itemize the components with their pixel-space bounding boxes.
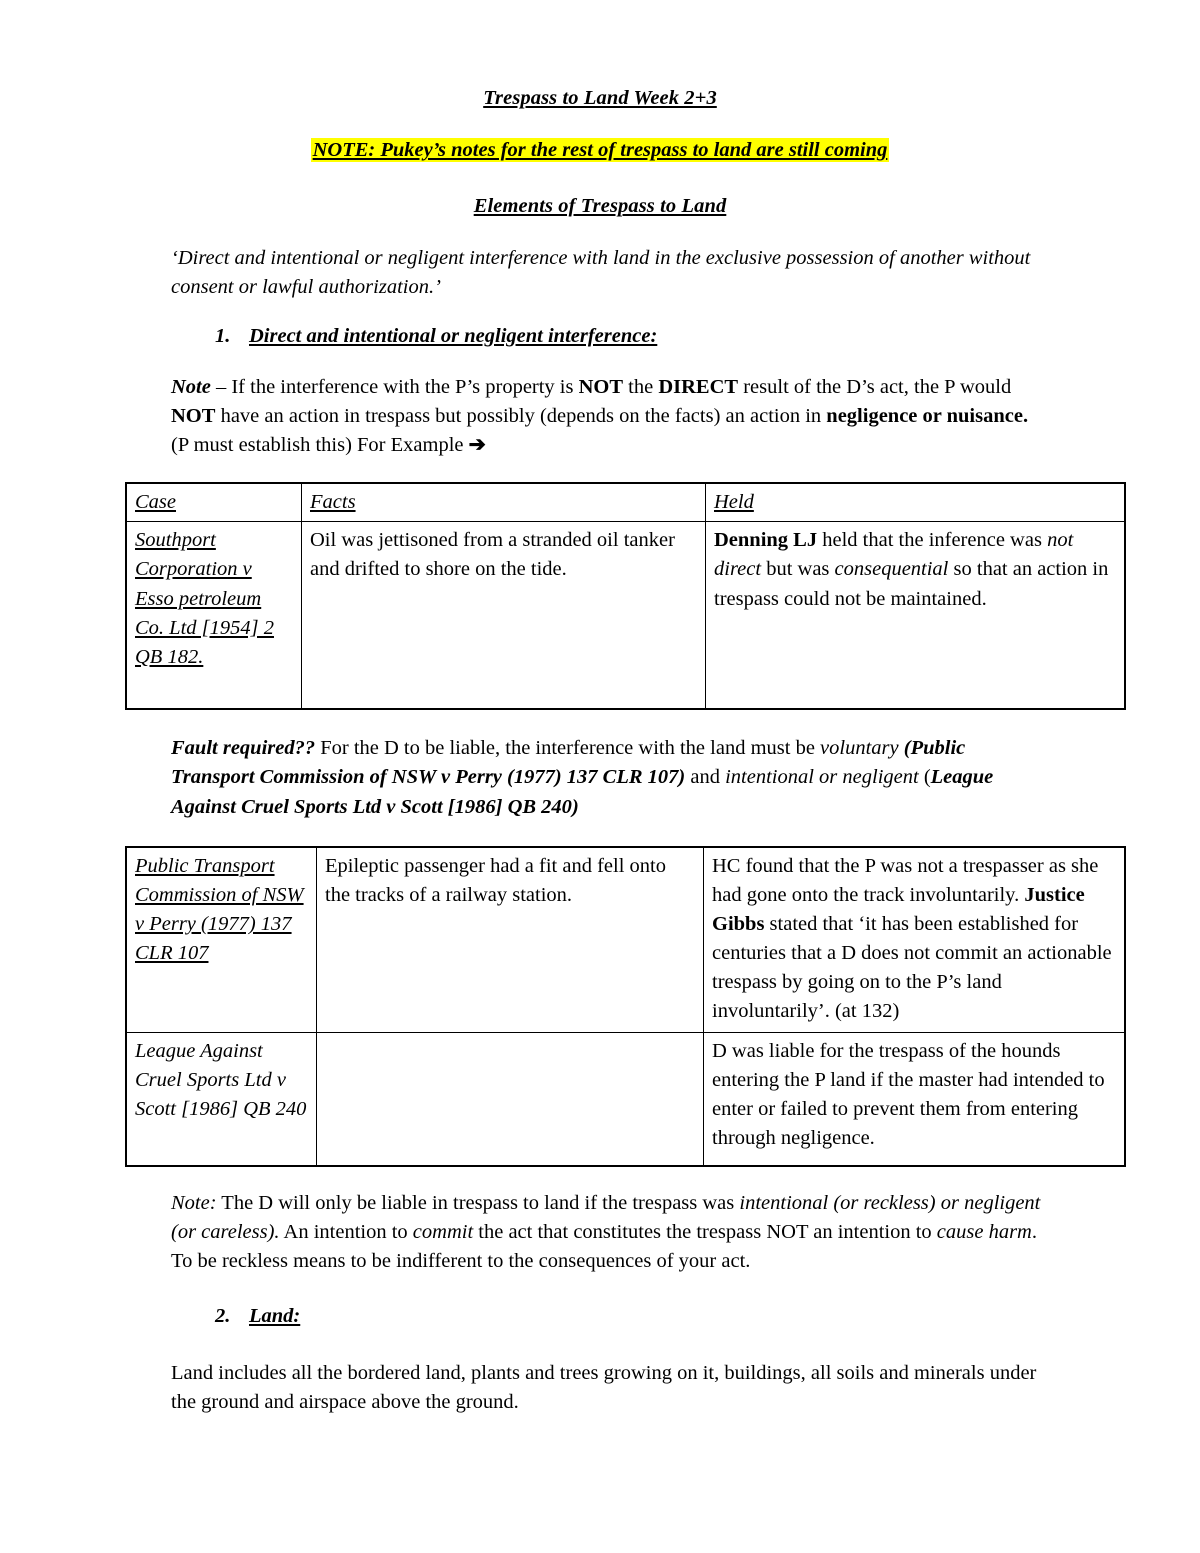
table2-row1-held-part2: stated that ‘it has been established for… xyxy=(712,912,1112,1023)
note-paragraph: Note – If the interference with the P’s … xyxy=(171,373,1037,460)
table1-row1-held-part2: but was xyxy=(761,558,835,581)
element-2-label: Land: xyxy=(249,1305,301,1327)
note-two-part-2: An intention to xyxy=(279,1220,413,1243)
table1-row1-held: Denning LJ held that the inference was n… xyxy=(705,521,1126,710)
note-negligence: negligence or nuisance. xyxy=(826,405,1029,428)
definition-paragraph: ‘Direct and intentional or negligent int… xyxy=(171,244,1033,302)
table2-row2-held: D was liable for the trespass of the hou… xyxy=(703,1031,1126,1167)
table1-row1-held-bold: Denning LJ xyxy=(714,529,818,552)
fault-cite-open: ( xyxy=(918,766,931,789)
table2-row2-facts xyxy=(316,1031,704,1167)
element-1-label: Direct and intentional or negligent inte… xyxy=(249,325,658,348)
fault-part-1: For the D to be liable, the interference… xyxy=(315,737,821,760)
section-heading: Elements of Trespass to Land xyxy=(125,194,1075,218)
highlighted-note-text: NOTE: Pukey’s notes for the rest of tres… xyxy=(310,138,890,163)
table-row: League Against Cruel Sports Ltd v Scott … xyxy=(125,1031,1126,1167)
element-2-number: 2. xyxy=(215,1305,231,1327)
fault-part-2: and xyxy=(685,766,726,789)
document-title-text: Trespass to Land Week 2+3 xyxy=(483,87,717,109)
note-the: the xyxy=(623,375,659,398)
table1-row1-facts: Oil was jettisoned from a stranded oil t… xyxy=(301,521,706,710)
table1-header-case: Case xyxy=(125,482,302,523)
note-rest-1: result of the D’s act, the P would xyxy=(738,375,1012,398)
note-two-italic-2: commit xyxy=(412,1220,474,1243)
note-two-part-1: The D will only be liable in trespass to… xyxy=(216,1191,740,1214)
note-rest-2: have an action in trespass but possibly … xyxy=(215,405,827,428)
table-row: Public Transport Commission of NSW v Per… xyxy=(125,846,1126,1033)
document-title: Trespass to Land Week 2+3 xyxy=(125,86,1075,110)
land-paragraph: Land includes all the bordered land, pla… xyxy=(171,1361,1037,1413)
table2-row2-held-part1: D was liable for the trespass of the hou… xyxy=(712,1039,1105,1149)
fault-italic-1: voluntary xyxy=(820,737,899,760)
document-content: Trespass to Land Week 2+3 NOTE: Pukey’s … xyxy=(125,0,1126,1417)
table2-row1-held: HC found that the P was not a trespasser… xyxy=(703,846,1126,1033)
table1-header-held: Held xyxy=(705,482,1126,523)
note-two-italic-3: cause harm xyxy=(936,1220,1032,1243)
case-table-fault-required: Public Transport Commission of NSW v Per… xyxy=(125,845,1126,1167)
fault-required-paragraph: Fault required?? For the D to be liable,… xyxy=(171,734,1049,821)
highlighted-note: NOTE: Pukey’s notes for the rest of tres… xyxy=(125,138,1075,164)
element-1-number: 1. xyxy=(215,325,231,348)
note-not-2: NOT xyxy=(171,405,216,428)
table1-row1-held-italic2: consequential xyxy=(834,558,949,581)
note-rest-3: (P must establish this) For Example xyxy=(171,434,469,457)
table-row: Southport Corporation v Esso petroleum C… xyxy=(125,521,1126,710)
note-not-1: NOT xyxy=(578,375,624,398)
definition-line-1: ‘Direct and intentional or negligent int… xyxy=(171,247,895,269)
right-arrow-icon: ➔ xyxy=(468,434,486,457)
note-direct: DIRECT xyxy=(658,375,739,398)
table2-row1-case: Public Transport Commission of NSW v Per… xyxy=(125,846,317,1033)
section-heading-text: Elements of Trespass to Land xyxy=(473,194,727,217)
table1-row1-case: Southport Corporation v Esso petroleum C… xyxy=(125,521,302,710)
table1-header-facts: Facts xyxy=(301,482,706,523)
table2-row2-case: League Against Cruel Sports Ltd v Scott … xyxy=(125,1031,317,1167)
fault-cite-close: ) xyxy=(571,795,579,818)
table-header-row: Case Facts Held xyxy=(125,482,1126,523)
note-two-part-3: the act that constitutes the trespass NO… xyxy=(473,1220,937,1243)
element-list-item-2: 2. Land: xyxy=(215,1302,1075,1331)
table1-row1-held-part1: held that the inference was xyxy=(817,529,1048,552)
case-table-direct-interference: Case Facts Held Southport Corporation v … xyxy=(125,482,1126,711)
note-dash: – If the interference with the P’s prope… xyxy=(210,375,579,398)
fault-italic-2: intentional or negligent xyxy=(725,766,919,789)
document-page: Trespass to Land Week 2+3 NOTE: Pukey’s … xyxy=(0,0,1200,1553)
table2-row1-facts: Epileptic passenger had a fit and fell o… xyxy=(316,846,704,1033)
element-list-item-1: 1. Direct and intentional or negligent i… xyxy=(215,322,1075,351)
note-two-paragraph: Note: The D will only be liable in tresp… xyxy=(171,1189,1043,1276)
note-two-lead: Note: xyxy=(171,1191,217,1214)
note-lead: Note xyxy=(171,375,211,398)
fault-lead: Fault required?? xyxy=(171,737,316,760)
